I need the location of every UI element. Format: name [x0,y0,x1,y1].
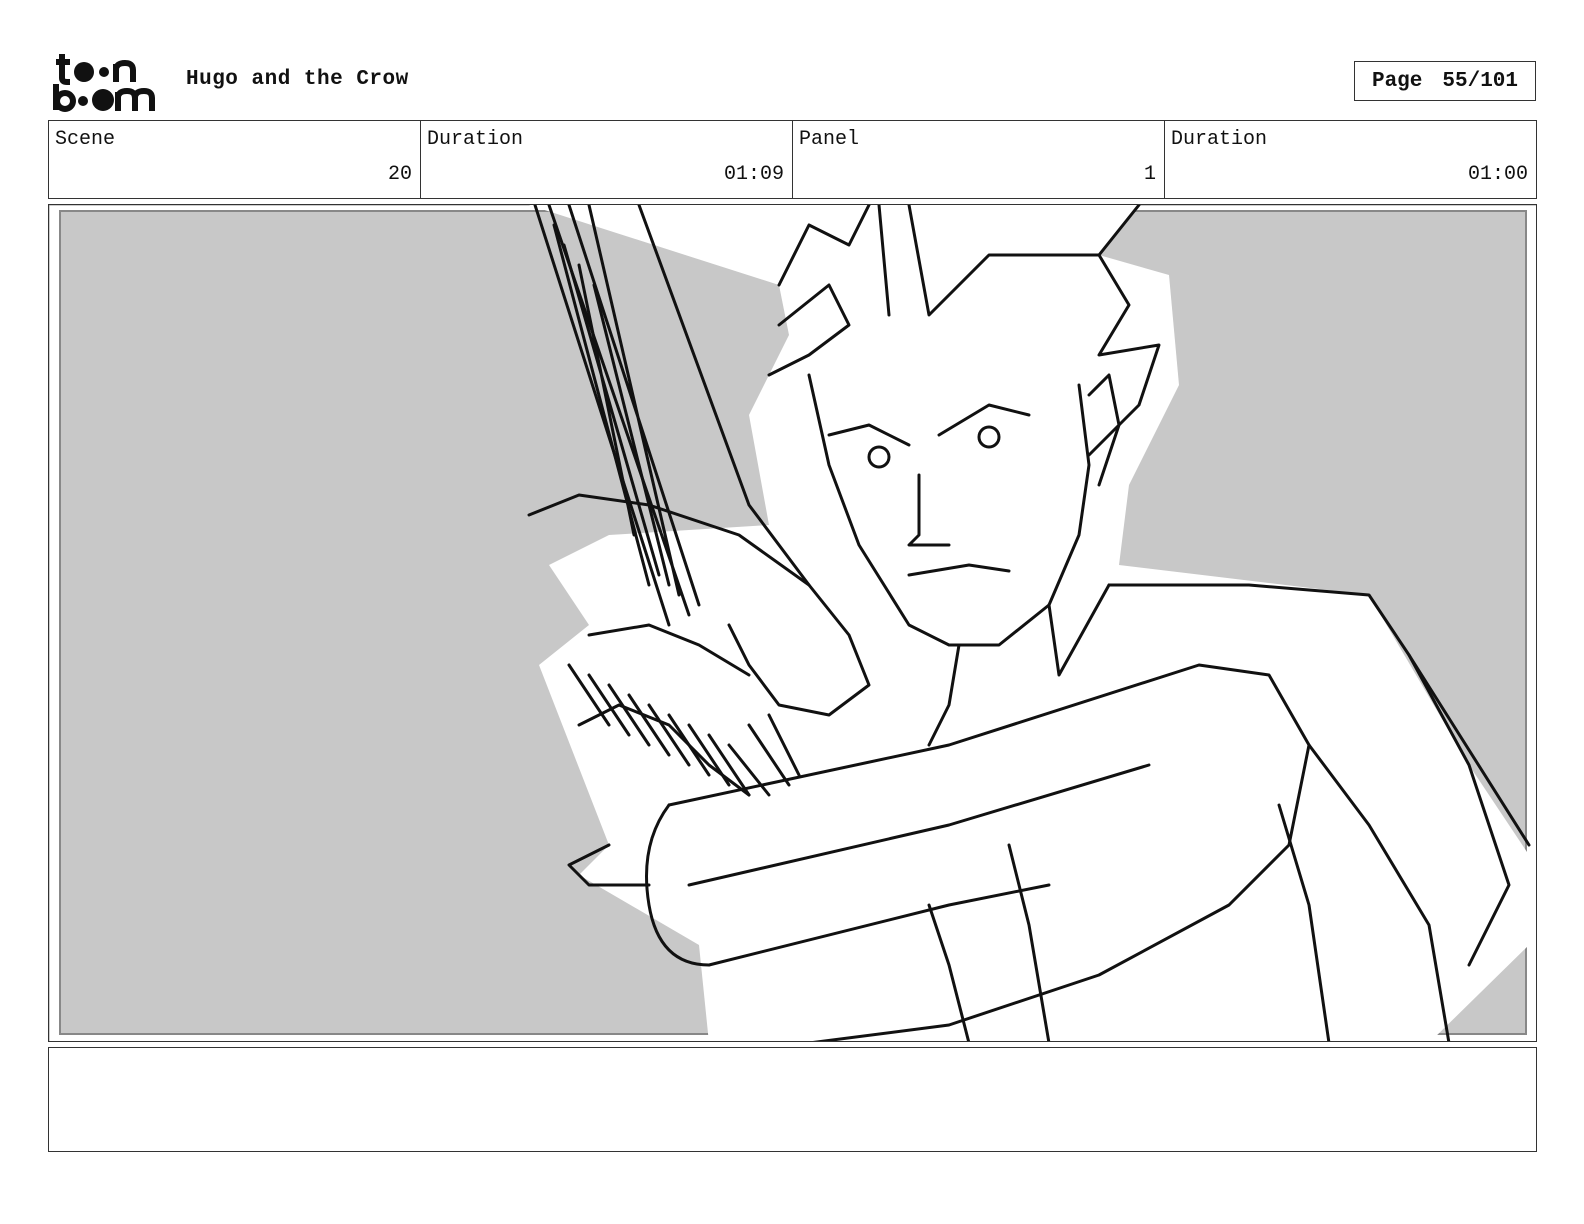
panel-duration-value: 01:00 [1467,163,1528,186]
panel-notes [48,1047,1537,1152]
panel-cell: Panel 1 [792,121,1164,198]
panel-duration-label: Duration [1171,128,1268,151]
page-label: Page [1371,69,1423,93]
page-indicator: Page 55/101 [1354,61,1536,101]
panel-value: 1 [1143,163,1156,186]
panel-label: Panel [799,128,860,151]
scene-info-table: Scene 20 Duration 01:09 Panel 1 Duration… [48,120,1537,199]
storyboard-title: Hugo and the Crow [186,68,409,91]
storyboard-panel [48,204,1537,1042]
scene-duration-label: Duration [427,128,524,151]
scene-duration-value: 01:09 [723,163,784,186]
scene-label: Scene [55,128,116,151]
page-number: 55/101 [1442,69,1519,93]
toon-boom-logo [53,54,155,112]
scene-cell: Scene 20 [49,121,420,198]
scene-duration-cell: Duration 01:09 [420,121,792,198]
scene-value: 20 [387,163,412,186]
panel-duration-cell: Duration 01:00 [1164,121,1536,198]
panel-sketch [49,205,1536,1041]
